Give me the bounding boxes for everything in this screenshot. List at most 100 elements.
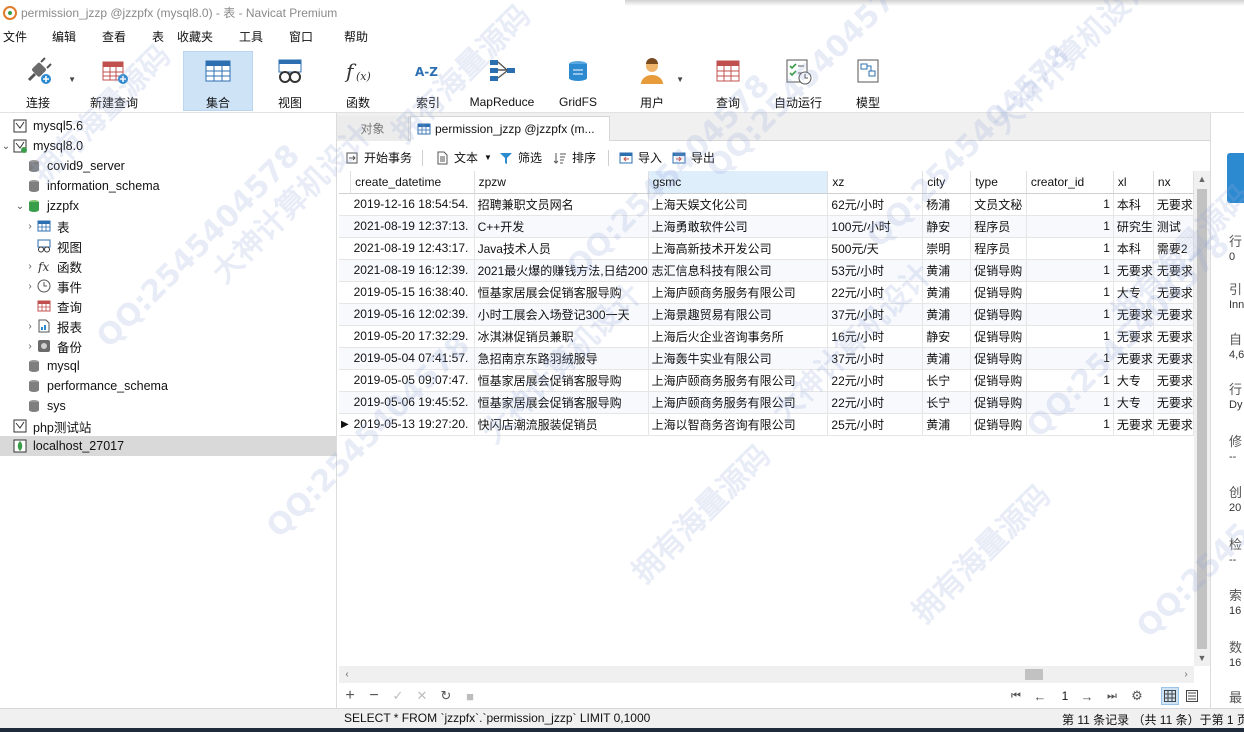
cell-xz[interactable]: 62元/小时 — [827, 193, 924, 216]
discard-icon[interactable]: ✕ — [413, 687, 431, 705]
cell-gsmc[interactable]: 上海高新技术开发公司 — [648, 237, 829, 260]
table-row[interactable]: 2021-08-19 12:43:17. Java技术人员 上海高新技术开发公司 50… — [339, 237, 1194, 260]
import-button[interactable]: 导入 — [618, 149, 662, 166]
tree-item-php[interactable]: php测试站 — [0, 416, 336, 436]
cell-xz[interactable]: 37元/小时 — [827, 303, 924, 326]
form-view-icon[interactable] — [1183, 687, 1201, 705]
cell-creator-id[interactable]: 1 — [1026, 325, 1114, 348]
horizontal-scrollbar[interactable]: ‹ › — [339, 666, 1194, 683]
table-row[interactable]: 2019-05-15 16:38:40. 恒基家居展会促销客服导购 上海庐颐商务服务… — [339, 281, 1194, 304]
cell-type[interactable]: 促销导购 — [970, 303, 1027, 326]
cell-city[interactable]: 黄浦 — [922, 347, 972, 370]
table-row[interactable]: 2021-08-19 12:37:13. C++开发 上海勇敢软件公司 100元/小时… — [339, 215, 1194, 238]
cell-gsmc[interactable]: 上海以智商务咨询有限公司 — [648, 413, 829, 436]
export-button[interactable]: 导出 — [671, 149, 715, 166]
cell-create-datetime[interactable]: 2019-05-04 07:41:57. — [350, 347, 475, 370]
page-number[interactable]: 1 — [1056, 687, 1074, 705]
cell-type[interactable]: 促销导购 — [970, 259, 1027, 282]
cell-xz[interactable]: 22元/小时 — [827, 281, 924, 304]
cell-city[interactable]: 静安 — [922, 215, 972, 238]
scroll-left-icon[interactable]: ‹ — [339, 666, 355, 683]
column-header-xl[interactable]: xl — [1113, 171, 1154, 194]
table-row[interactable]: 2019-05-05 09:07:47. 恒基家居展会促销客服导购 上海庐颐商务服务… — [339, 369, 1194, 392]
vertical-scrollbar[interactable]: ▲ ▼ — [1194, 171, 1210, 666]
cell-create-datetime[interactable]: 2019-05-05 09:07:47. — [350, 369, 475, 392]
chevron-right-icon[interactable]: › — [24, 321, 36, 332]
cell-nx[interactable]: 无要求 — [1153, 413, 1194, 436]
scroll-down-icon[interactable]: ▼ — [1194, 650, 1210, 666]
tree-item-performance-schema[interactable]: performance_schema — [0, 376, 336, 396]
tree-item-localhost-27017[interactable]: localhost_27017 — [0, 436, 336, 456]
model-button[interactable]: 模型 — [848, 51, 888, 111]
cell-creator-id[interactable]: 1 — [1026, 259, 1114, 282]
table-row[interactable]: 2019-05-06 19:45:52. 恒基家居展会促销客服导购 上海庐颐商务服务… — [339, 391, 1194, 414]
column-header-type[interactable]: type — [970, 171, 1027, 194]
cell-gsmc[interactable]: 上海后火企业咨询事务所 — [648, 325, 829, 348]
cell-city[interactable]: 黄浦 — [922, 303, 972, 326]
cell-nx[interactable]: 需要2 — [1153, 237, 1194, 260]
cell-nx[interactable]: 无要求 — [1153, 259, 1194, 282]
cell-create-datetime[interactable]: 2019-12-16 18:54:54. — [350, 193, 475, 216]
cell-xz[interactable]: 53元/小时 — [827, 259, 924, 282]
cell-creator-id[interactable]: 1 — [1026, 347, 1114, 370]
collection-button[interactable]: 集合 — [183, 51, 253, 111]
cell-city[interactable]: 杨浦 — [922, 193, 972, 216]
grid-view-icon[interactable] — [1161, 687, 1179, 705]
scroll-right-icon[interactable]: › — [1178, 666, 1194, 683]
chevron-down-icon[interactable]: ▼ — [68, 75, 76, 84]
tree-item-[interactable]: › 报表 — [0, 316, 336, 336]
prev-page-icon[interactable]: ← — [1031, 687, 1049, 705]
cell-gsmc[interactable]: 上海庐颐商务服务有限公司 — [648, 391, 829, 414]
table-row[interactable]: 2021-08-19 16:12:39. 2021最火爆的赚钱方法,日结200 志汇… — [339, 259, 1194, 282]
cell-city[interactable]: 长宁 — [922, 391, 972, 414]
menu-help[interactable]: 帮助 — [344, 28, 368, 45]
cell-type[interactable]: 促销导购 — [970, 413, 1027, 436]
cell-xz[interactable]: 100元/小时 — [827, 215, 924, 238]
tree-item-[interactable]: 视图 — [0, 236, 336, 256]
cell-create-datetime[interactable]: 2019-05-16 12:02:39. — [350, 303, 475, 326]
menu-edit[interactable]: 编辑 — [52, 28, 76, 45]
column-header-creator-id[interactable]: creator_id — [1026, 171, 1114, 194]
cell-nx[interactable]: 无要求 — [1153, 193, 1194, 216]
chevron-right-icon[interactable]: › — [24, 281, 36, 292]
apply-icon[interactable]: ✓ — [389, 687, 407, 705]
cell-creator-id[interactable]: 1 — [1026, 303, 1114, 326]
cell-zpzw[interactable]: 小时工展会入场登记300一天 — [474, 303, 649, 326]
next-page-icon[interactable]: → — [1078, 687, 1096, 705]
menu-favorites[interactable]: 收藏夹 — [177, 28, 213, 45]
cell-zpzw[interactable]: C++开发 — [474, 215, 649, 238]
gridfs-button[interactable]: GridFS — [555, 51, 601, 111]
cell-gsmc[interactable]: 上海轰牛实业有限公司 — [648, 347, 829, 370]
tab-objects[interactable]: 对象 — [337, 116, 409, 141]
cell-gsmc[interactable]: 上海庐颐商务服务有限公司 — [648, 281, 829, 304]
function-button[interactable]: f (x) 函数 — [336, 51, 380, 111]
cell-xz[interactable]: 22元/小时 — [827, 369, 924, 392]
cell-city[interactable]: 黄浦 — [922, 413, 972, 436]
table-row[interactable]: 2019-05-20 17:32:29. 冰淇淋促销员兼职 上海后火企业咨询事务所 1… — [339, 325, 1194, 348]
cell-nx[interactable]: 无要求 — [1153, 303, 1194, 326]
tree-item-[interactable]: › 事件 — [0, 276, 336, 296]
cell-xz[interactable]: 22元/小时 — [827, 391, 924, 414]
cell-gsmc[interactable]: 上海景趣贸易有限公司 — [648, 303, 829, 326]
cell-xz[interactable]: 500元/天 — [827, 237, 924, 260]
cell-type[interactable]: 促销导购 — [970, 281, 1027, 304]
cell-gsmc[interactable]: 上海勇敢软件公司 — [648, 215, 829, 238]
cell-xl[interactable]: 无要求 — [1113, 259, 1154, 282]
cell-xl[interactable]: 无要求 — [1113, 303, 1154, 326]
cell-type[interactable]: 程序员 — [970, 215, 1027, 238]
scroll-thumb[interactable] — [1197, 189, 1207, 649]
column-header-nx[interactable]: nx — [1153, 171, 1194, 194]
filter-button[interactable]: 筛选 — [498, 149, 542, 166]
cell-zpzw[interactable]: 快闪店潮流服装促销员 — [474, 413, 649, 436]
cell-zpzw[interactable]: 2021最火爆的赚钱方法,日结200 — [474, 259, 649, 282]
cell-xz[interactable]: 25元/小时 — [827, 413, 924, 436]
cell-city[interactable]: 长宁 — [922, 369, 972, 392]
cell-gsmc[interactable]: 志汇信息科技有限公司 — [648, 259, 829, 282]
tree-item-[interactable]: › 备份 — [0, 336, 336, 356]
cell-type[interactable]: 文员文秘 — [970, 193, 1027, 216]
tree-item-mysql5-6[interactable]: mysql5.6 — [0, 116, 336, 136]
cell-creator-id[interactable]: 1 — [1026, 193, 1114, 216]
cell-creator-id[interactable]: 1 — [1026, 281, 1114, 304]
cell-create-datetime[interactable]: 2019-05-15 16:38:40. — [350, 281, 475, 304]
cell-city[interactable]: 黄浦 — [922, 281, 972, 304]
